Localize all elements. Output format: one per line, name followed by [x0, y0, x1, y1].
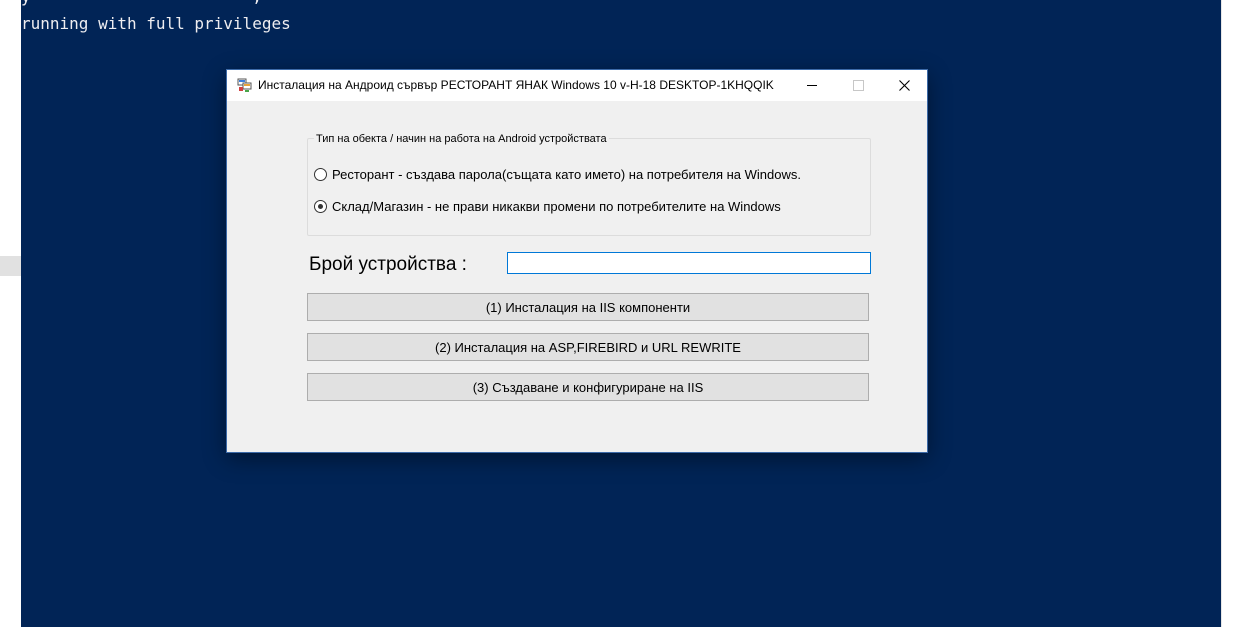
device-count-label: Брой устройства :	[309, 254, 467, 275]
install-iis-button[interactable]: (1) Инсталация на IIS компоненти	[307, 293, 869, 321]
app-icon	[237, 78, 252, 92]
console-line: running with full privileges	[21, 14, 291, 33]
warehouse-radio[interactable]	[314, 200, 327, 213]
configure-iis-button[interactable]: (3) Създаване и конфигуриране на IIS	[307, 373, 869, 401]
restaurant-radio[interactable]	[314, 168, 327, 181]
restaurant-option[interactable]: Ресторант - създава парола(същата като и…	[314, 167, 801, 182]
window-title: Инсталация на Андроид сървър РЕСТОРАНТ Я…	[258, 78, 774, 92]
restaurant-option-label: Ресторант - създава парола(същата като и…	[332, 167, 801, 182]
background-window-edge	[0, 256, 21, 276]
warehouse-option[interactable]: Склад/Магазин - не прави никакви промени…	[314, 199, 781, 214]
title-bar[interactable]: Инсталация на Андроид сървър РЕСТОРАНТ Я…	[227, 70, 927, 101]
device-count-input[interactable]	[507, 252, 871, 274]
warehouse-option-label: Склад/Магазин - не прави никакви промени…	[332, 199, 781, 214]
right-window-edge	[1221, 0, 1239, 627]
installer-dialog: Инсталация на Андроид сървър РЕСТОРАНТ Я…	[227, 70, 927, 452]
console-partial-line: y ,	[21, 0, 589, 7]
close-icon	[898, 80, 910, 91]
object-type-group: Тип на обекта / начин на работа на Andro…	[307, 133, 871, 236]
group-legend: Тип на обекта / начин на работа на Andro…	[314, 133, 609, 145]
close-button[interactable]	[881, 70, 927, 101]
minimize-icon	[807, 85, 817, 86]
minimize-button[interactable]	[789, 70, 835, 101]
install-asp-firebird-button[interactable]: (2) Инсталация на ASP,FIREBIRD и URL REW…	[307, 333, 869, 361]
maximize-icon	[852, 80, 864, 91]
maximize-button[interactable]	[835, 70, 881, 101]
